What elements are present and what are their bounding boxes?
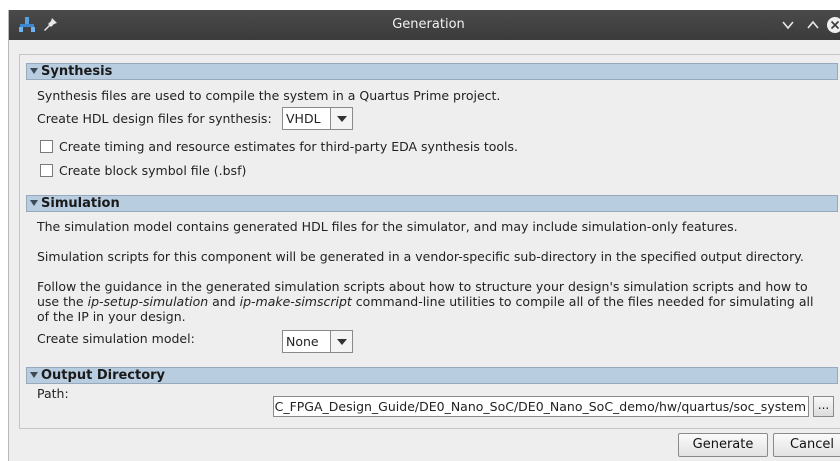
timing-estimates-label: Create timing and resource estimates for… xyxy=(59,139,519,154)
simulation-para-3: Follow the guidance in the generated sim… xyxy=(37,279,827,324)
simulation-model-select[interactable]: None xyxy=(282,330,353,353)
generation-panel: Synthesis Synthesis files are used to co… xyxy=(19,54,840,429)
generate-button[interactable]: Generate xyxy=(678,433,768,457)
collapse-triangle-icon xyxy=(30,68,38,74)
output-path-value: oC_FPGA_Design_Guide/DE0_Nano_SoC/DE0_Na… xyxy=(273,399,806,414)
section-output-header[interactable]: Output Directory xyxy=(26,367,838,384)
generation-window: Generation Synthesis Synthesis files are… xyxy=(8,10,840,461)
simulation-model-value: None xyxy=(286,334,319,349)
simulation-para-2: Simulation scripts for this component wi… xyxy=(37,249,804,264)
block-symbol-checkbox[interactable] xyxy=(40,164,53,177)
minimize-icon[interactable] xyxy=(779,16,797,34)
section-output-title: Output Directory xyxy=(41,368,166,383)
cancel-button[interactable]: Cancel xyxy=(773,433,840,457)
browse-button[interactable]: ... xyxy=(813,396,834,417)
ip-setup-simulation-term: ip-setup-simulation xyxy=(87,294,209,309)
simulation-model-label: Create simulation model: xyxy=(37,331,195,346)
simulation-para-1: The simulation model contains generated … xyxy=(37,219,738,234)
synthesis-description: Synthesis files are used to compile the … xyxy=(37,88,501,103)
window-title: Generation xyxy=(392,17,465,32)
close-icon[interactable] xyxy=(826,16,840,34)
hdl-files-label: Create HDL design files for synthesis: xyxy=(37,111,272,126)
collapse-triangle-icon xyxy=(30,200,38,206)
hdl-language-value: VHDL xyxy=(286,111,321,126)
output-path-input[interactable]: oC_FPGA_Design_Guide/DE0_Nano_SoC/DE0_Na… xyxy=(273,396,809,417)
section-synthesis-header[interactable]: Synthesis xyxy=(26,63,838,80)
section-simulation-title: Simulation xyxy=(41,196,120,211)
chevron-down-icon xyxy=(337,116,347,122)
hdl-language-dropdown-button[interactable] xyxy=(330,108,352,129)
block-symbol-label: Create block symbol file (.bsf) xyxy=(59,163,247,178)
section-simulation-header[interactable]: Simulation xyxy=(26,195,838,212)
simulation-model-dropdown-button[interactable] xyxy=(330,331,352,352)
simulation-para-3-text: and xyxy=(208,294,240,309)
timing-estimates-checkbox[interactable] xyxy=(40,140,53,153)
path-label: Path: xyxy=(37,386,69,401)
title-bar[interactable]: Generation xyxy=(9,10,840,40)
chevron-down-icon xyxy=(337,339,347,345)
hdl-language-select[interactable]: VHDL xyxy=(282,107,353,130)
ip-make-simscript-term: ip-make-simscript xyxy=(239,294,352,309)
collapse-triangle-icon xyxy=(30,372,38,378)
section-synthesis-title: Synthesis xyxy=(41,64,113,79)
maximize-icon[interactable] xyxy=(804,16,822,34)
